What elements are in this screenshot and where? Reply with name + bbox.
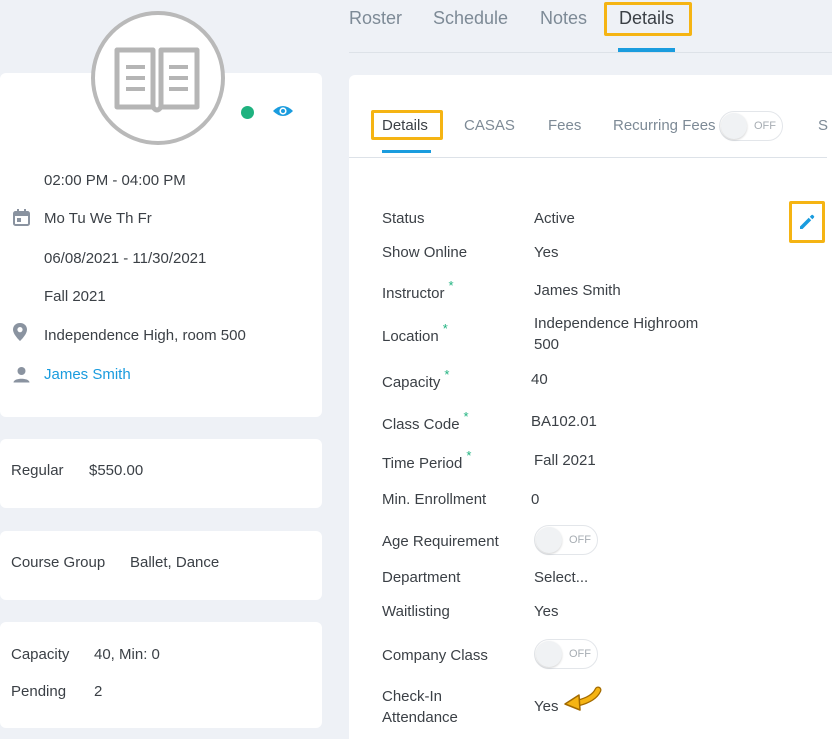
recurring-fees-toggle[interactable]: OFF xyxy=(719,111,783,141)
time-period-label: Time Period * xyxy=(382,448,471,472)
subtab-recurring-fees[interactable]: Recurring Fees xyxy=(613,117,716,134)
tab-notes[interactable]: Notes xyxy=(540,8,587,29)
location-label: Location * xyxy=(382,321,448,345)
capacity-detail-label: Capacity * xyxy=(382,367,449,391)
tab-roster[interactable]: Roster xyxy=(349,8,402,29)
class-term: Fall 2021 xyxy=(44,288,106,305)
department-select[interactable]: Select... xyxy=(534,569,588,586)
highlight-box xyxy=(371,110,443,140)
toggle-knob xyxy=(721,113,747,139)
required-marker: * xyxy=(442,321,448,336)
age-requirement-label: Age Requirement xyxy=(382,533,499,550)
subtab-more[interactable]: S xyxy=(818,117,828,134)
toggle-knob xyxy=(536,527,562,553)
book-icon xyxy=(114,47,200,113)
location-value-line2: 500 xyxy=(534,336,560,353)
class-time: 02:00 PM - 04:00 PM xyxy=(44,172,186,189)
required-marker: * xyxy=(444,367,450,382)
course-group-value: Ballet, Dance xyxy=(130,554,220,571)
company-class-label: Company Class xyxy=(382,647,488,664)
instructor-label-text: Instructor xyxy=(382,285,445,302)
calendar-icon xyxy=(13,209,30,226)
toggle-state: OFF xyxy=(754,120,776,132)
instructor-value: James Smith xyxy=(534,282,621,299)
required-marker: * xyxy=(448,278,454,293)
min-enrollment-value: 0 xyxy=(531,491,540,508)
instructor-label: Instructor * xyxy=(382,278,454,302)
class-avatar xyxy=(91,11,225,145)
class-location: Independence High, room 500 xyxy=(44,327,246,344)
company-class-toggle[interactable]: OFF xyxy=(534,639,598,669)
class-code-label-text: Class Code xyxy=(382,416,460,433)
capacity-value: 40, Min: 0 xyxy=(94,646,160,663)
capacity-label-text: Capacity xyxy=(382,374,441,391)
capacity-label: Capacity xyxy=(11,646,70,663)
toggle-state: OFF xyxy=(569,648,591,660)
min-enrollment-label: Min. Enrollment xyxy=(382,491,487,508)
waitlisting-value: Yes xyxy=(534,603,559,620)
subtabs-divider xyxy=(349,157,827,158)
check-in-value: Yes xyxy=(534,698,559,715)
location-value-line1: Independence Highroom xyxy=(534,315,699,332)
capacity-card xyxy=(0,622,322,728)
instructor-link[interactable]: James Smith xyxy=(44,366,131,383)
status-dot xyxy=(241,106,254,119)
highlight-box xyxy=(604,2,692,36)
check-in-label-line1: Check-In xyxy=(382,688,443,705)
class-days: Mo Tu We Th Fr xyxy=(44,210,152,227)
age-requirement-toggle[interactable]: OFF xyxy=(534,525,598,555)
arrow-annotation-icon xyxy=(564,686,602,711)
active-subtab-indicator xyxy=(382,150,431,153)
eye-icon[interactable] xyxy=(272,103,294,119)
tab-schedule[interactable]: Schedule xyxy=(433,8,508,29)
class-code-value: BA102.01 xyxy=(531,413,597,430)
status-label: Status xyxy=(382,210,425,227)
required-marker: * xyxy=(466,448,472,463)
time-period-value: Fall 2021 xyxy=(534,452,596,469)
class-code-label: Class Code * xyxy=(382,409,469,433)
show-online-label: Show Online xyxy=(382,244,468,261)
course-group-label: Course Group xyxy=(11,554,106,571)
department-label: Department xyxy=(382,569,461,586)
fee-label: Regular xyxy=(11,462,64,479)
waitlisting-label: Waitlisting xyxy=(382,603,450,620)
location-pin-icon xyxy=(13,323,27,341)
details-panel xyxy=(349,75,832,739)
subtab-fees[interactable]: Fees xyxy=(548,117,581,134)
check-in-label-line2: Attendance xyxy=(382,709,458,726)
person-icon xyxy=(13,367,30,383)
time-period-label-text: Time Period xyxy=(382,455,463,472)
show-online-value: Yes xyxy=(534,244,559,261)
tabs-divider xyxy=(349,52,832,53)
subtab-casas[interactable]: CASAS xyxy=(464,117,515,134)
fee-amount: $550.00 xyxy=(89,462,144,479)
location-label-text: Location xyxy=(382,328,439,345)
required-marker: * xyxy=(463,409,469,424)
class-dates: 06/08/2021 - 11/30/2021 xyxy=(44,250,207,267)
pending-value: 2 xyxy=(94,683,103,700)
toggle-state: OFF xyxy=(569,534,591,546)
toggle-knob xyxy=(536,641,562,667)
pending-label: Pending xyxy=(11,683,67,700)
capacity-detail-value: 40 xyxy=(531,371,548,388)
status-value: Active xyxy=(534,210,575,227)
edit-pencil-icon[interactable] xyxy=(797,212,817,232)
